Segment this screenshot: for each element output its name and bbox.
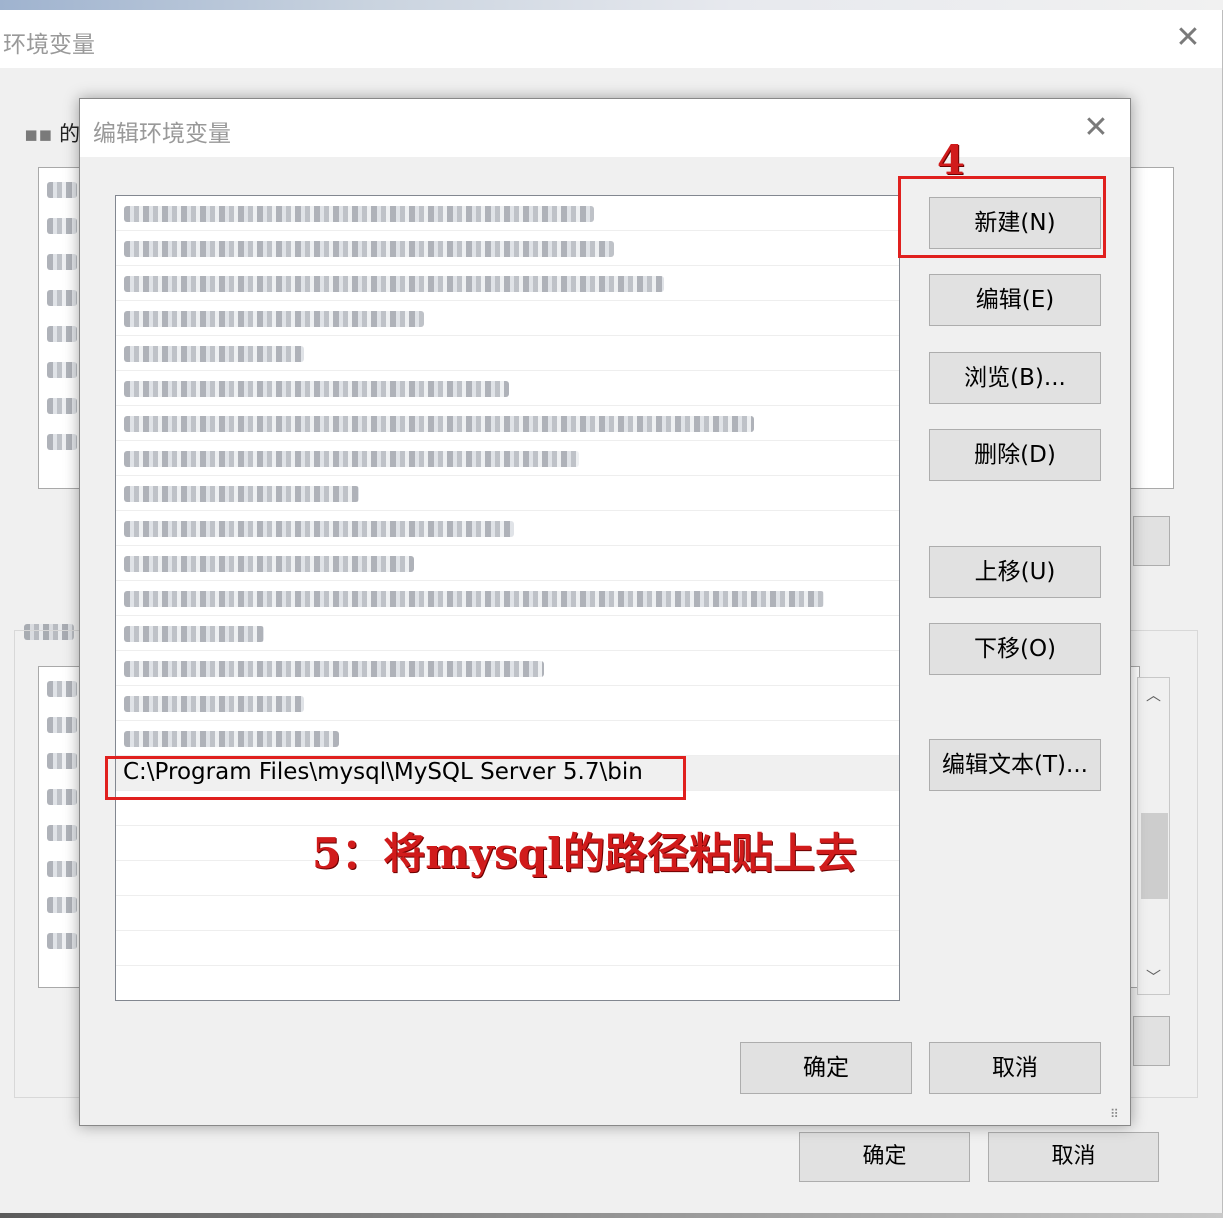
outer-cancel-button[interactable]: 取消 bbox=[988, 1132, 1159, 1182]
dialog-title-bar: 编辑环境变量 ✕ bbox=[80, 99, 1130, 157]
window-title: 环境变量 bbox=[3, 32, 95, 58]
list-item[interactable] bbox=[116, 301, 899, 336]
obscured-path-text bbox=[124, 276, 664, 292]
list-item[interactable] bbox=[116, 896, 899, 931]
close-icon[interactable]: ✕ bbox=[1170, 20, 1206, 56]
taskbar-strip bbox=[0, 1213, 1223, 1218]
obscured-path-text bbox=[124, 731, 339, 747]
desktop-background-strip bbox=[0, 0, 1223, 10]
resize-grip-icon[interactable]: ⠿ bbox=[1110, 1107, 1126, 1123]
delete-button[interactable]: 删除(D) bbox=[929, 429, 1101, 481]
obscured-path-text bbox=[124, 346, 304, 362]
list-item[interactable] bbox=[116, 231, 899, 266]
move-up-button[interactable]: 上移(U) bbox=[929, 546, 1101, 598]
list-item[interactable] bbox=[116, 721, 899, 756]
obscured-path-text bbox=[124, 521, 514, 537]
chevron-up-icon[interactable]: ︿ bbox=[1138, 680, 1169, 710]
list-item[interactable] bbox=[116, 511, 899, 546]
obscured-path-text bbox=[124, 311, 424, 327]
annotation-box-mysql-path bbox=[105, 756, 686, 800]
edit-button[interactable]: 编辑(E) bbox=[929, 274, 1101, 326]
user-variables-label: ▪▪ 的 bbox=[24, 122, 81, 146]
move-down-button[interactable]: 下移(O) bbox=[929, 623, 1101, 675]
outer-ok-button[interactable]: 确定 bbox=[799, 1132, 970, 1182]
user-variables-button[interactable] bbox=[1133, 516, 1170, 566]
list-item[interactable] bbox=[116, 371, 899, 406]
obscured-path-text bbox=[124, 556, 414, 572]
list-item[interactable] bbox=[116, 546, 899, 581]
list-item[interactable] bbox=[116, 966, 899, 1000]
browse-button[interactable]: 浏览(B)... bbox=[929, 352, 1101, 404]
obscured-path-text bbox=[124, 486, 359, 502]
obscured-path-text bbox=[124, 591, 824, 607]
list-item[interactable] bbox=[116, 616, 899, 651]
scroll-thumb[interactable] bbox=[1141, 813, 1168, 899]
obscured-path-text bbox=[124, 241, 614, 257]
chevron-down-icon[interactable]: ﹀ bbox=[1138, 962, 1169, 992]
cancel-button[interactable]: 取消 bbox=[929, 1042, 1101, 1094]
obscured-path-text bbox=[124, 416, 754, 432]
list-item[interactable] bbox=[116, 931, 899, 966]
list-item[interactable] bbox=[116, 651, 899, 686]
ok-button[interactable]: 确定 bbox=[740, 1042, 912, 1094]
list-item[interactable] bbox=[116, 196, 899, 231]
obscured-path-text bbox=[124, 696, 304, 712]
obscured-path-text bbox=[124, 661, 544, 677]
obscured-path-text bbox=[124, 626, 264, 642]
system-variables-scrollbar[interactable]: ︿ ﹀ bbox=[1137, 677, 1170, 995]
title-bar: 环境变量 ✕ bbox=[0, 10, 1222, 68]
list-item[interactable] bbox=[116, 686, 899, 721]
annotation-step-4: 4 bbox=[937, 137, 965, 184]
system-variables-button[interactable] bbox=[1133, 1016, 1170, 1066]
obscured-path-text bbox=[124, 451, 579, 467]
obscured-path-text bbox=[124, 206, 594, 222]
list-item[interactable] bbox=[116, 406, 899, 441]
list-item[interactable] bbox=[116, 476, 899, 511]
close-icon[interactable]: ✕ bbox=[1078, 110, 1114, 146]
edit-text-button[interactable]: 编辑文本(T)... bbox=[929, 739, 1101, 791]
list-item[interactable] bbox=[116, 266, 899, 301]
annotation-step-5: 5：将mysql的路径粘贴上去 bbox=[312, 829, 858, 878]
list-item[interactable] bbox=[116, 581, 899, 616]
obscured-path-text bbox=[124, 381, 509, 397]
annotation-box-new-button bbox=[898, 176, 1106, 258]
dialog-title: 编辑环境变量 bbox=[93, 121, 231, 147]
list-item[interactable] bbox=[116, 441, 899, 476]
list-item[interactable] bbox=[116, 336, 899, 371]
